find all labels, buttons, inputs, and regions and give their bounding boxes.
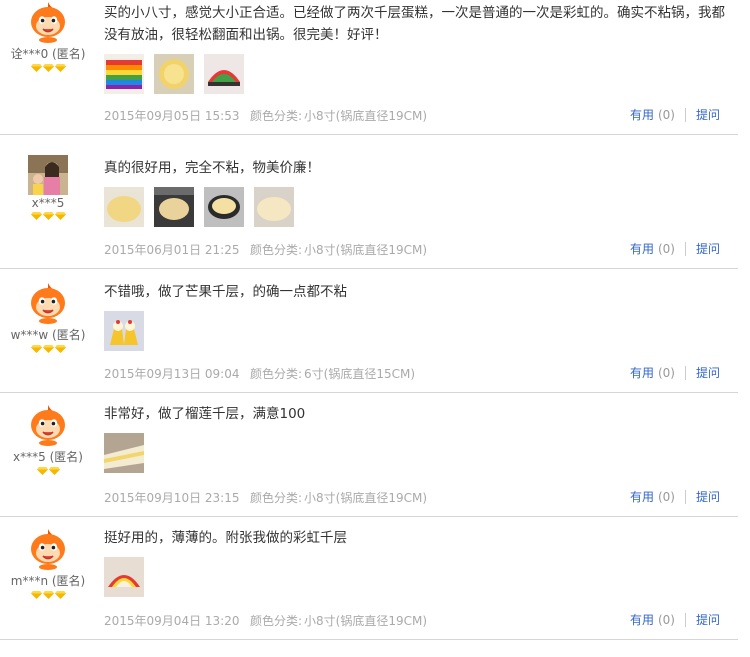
- spec-label: 颜色分类:: [250, 490, 303, 505]
- divider: [684, 241, 686, 256]
- review-item: x***5 (匿名) 非常好，做了榴莲千层，满意100 2015年09月10日 …: [0, 393, 738, 517]
- avatar[interactable]: [28, 527, 68, 571]
- spec-value: 小8寸(锅底直径19CM): [304, 613, 428, 628]
- ask-question-link[interactable]: 提问: [696, 488, 720, 505]
- username[interactable]: w***w (匿名): [0, 326, 96, 343]
- useful-count: (0): [657, 107, 675, 122]
- diamond-icon: [55, 64, 66, 72]
- avatar[interactable]: [28, 0, 68, 44]
- ask-question-link[interactable]: 提问: [696, 364, 720, 381]
- diamond-icon: [43, 64, 54, 72]
- diamond-icon: [55, 591, 66, 599]
- review-item: m***n (匿名) 挺好用的，薄薄的。附张我做的彩虹千层 2015年09月04…: [0, 517, 738, 640]
- useful-count: (0): [657, 241, 675, 256]
- review-text: 不错哦，做了芒果千层，的确一点都不粘: [104, 284, 347, 300]
- useful-button[interactable]: 有用: [630, 488, 654, 505]
- review-photo-thumbnail[interactable]: [154, 187, 194, 227]
- buyer-level: [0, 212, 96, 220]
- review-date: 2015年06月01日 21:25: [104, 242, 240, 257]
- buyer-level: [0, 591, 96, 599]
- review-photo-thumbnail[interactable]: [154, 54, 194, 94]
- review-text: 非常好，做了榴莲千层，满意100: [104, 406, 306, 422]
- divider: [684, 612, 686, 627]
- spec-value: 6寸(锅底直径15CM): [304, 366, 416, 381]
- diamond-icon: [55, 345, 66, 353]
- spec-value: 小8寸(锅底直径19CM): [304, 242, 428, 257]
- useful-button[interactable]: 有用: [630, 240, 654, 257]
- diamond-icon: [43, 345, 54, 353]
- review-photo-thumbnail[interactable]: [204, 187, 244, 227]
- username[interactable]: x***5: [0, 196, 96, 210]
- review-date: 2015年09月04日 13:20: [104, 613, 240, 628]
- review-photo-thumbnail[interactable]: [104, 311, 144, 351]
- spec-label: 颜色分类:: [250, 108, 303, 123]
- diamond-icon: [31, 212, 42, 220]
- divider: [684, 365, 686, 380]
- username[interactable]: x***5 (匿名): [0, 448, 96, 465]
- diamond-icon: [31, 345, 42, 353]
- diamond-icon: [49, 467, 60, 475]
- review-item: x***5 真的很好用，完全不粘，物美价廉！ 2015年06月01日 21:25…: [0, 135, 738, 269]
- diamond-icon: [43, 212, 54, 220]
- useful-count: (0): [657, 612, 675, 627]
- diamond-icon: [31, 591, 42, 599]
- diamond-icon: [37, 467, 48, 475]
- avatar[interactable]: [28, 281, 68, 325]
- spec-label: 颜色分类:: [250, 242, 303, 257]
- username[interactable]: m***n (匿名): [0, 572, 96, 589]
- buyer-level: [0, 345, 96, 353]
- spec-label: 颜色分类:: [250, 613, 303, 628]
- review-photo-thumbnail[interactable]: [204, 54, 244, 94]
- review-meta: 2015年09月10日 23:15 颜色分类: 小8寸(锅底直径19CM) 有用…: [104, 488, 738, 506]
- review-photo-thumbnail[interactable]: [254, 187, 294, 227]
- review-text: 真的很好用，完全不粘，物美价廉！: [104, 160, 320, 176]
- diamond-icon: [43, 591, 54, 599]
- ask-question-link[interactable]: 提问: [696, 106, 720, 123]
- review-list: 诠***0 (匿名) 买的小八寸，感觉大小正合适。已经做了两次千层蛋糕，一次是普…: [0, 0, 750, 657]
- review-photo-thumbnail[interactable]: [104, 187, 144, 227]
- review-item: w***w (匿名) 不错哦，做了芒果千层，的确一点都不粘 2015年09月13…: [0, 269, 738, 393]
- review-meta: 2015年06月01日 21:25 颜色分类: 小8寸(锅底直径19CM) 有用…: [104, 240, 738, 258]
- diamond-icon: [31, 64, 42, 72]
- review-photo-thumbnail[interactable]: [104, 433, 144, 473]
- review-date: 2015年09月10日 23:15: [104, 490, 240, 505]
- useful-count: (0): [657, 365, 675, 380]
- review-photo-thumbnail[interactable]: [104, 54, 144, 94]
- review-date: 2015年09月13日 09:04: [104, 366, 240, 381]
- ask-question-link[interactable]: 提问: [696, 240, 720, 257]
- ask-question-link[interactable]: 提问: [696, 611, 720, 628]
- avatar[interactable]: [28, 403, 68, 447]
- diamond-icon: [55, 212, 66, 220]
- useful-button[interactable]: 有用: [630, 364, 654, 381]
- divider: [684, 107, 686, 122]
- spec-value: 小8寸(锅底直径19CM): [304, 108, 428, 123]
- divider: [684, 489, 686, 504]
- spec-label: 颜色分类:: [250, 366, 303, 381]
- spec-value: 小8寸(锅底直径19CM): [304, 490, 428, 505]
- username[interactable]: 诠***0 (匿名): [0, 45, 96, 62]
- review-item: 诠***0 (匿名) 买的小八寸，感觉大小正合适。已经做了两次千层蛋糕，一次是普…: [0, 0, 738, 135]
- review-meta: 2015年09月05日 15:53 颜色分类: 小8寸(锅底直径19CM) 有用…: [104, 106, 738, 124]
- review-date: 2015年09月05日 15:53: [104, 108, 240, 123]
- useful-count: (0): [657, 489, 675, 504]
- buyer-level: [0, 64, 96, 72]
- useful-button[interactable]: 有用: [630, 106, 654, 123]
- review-text: 挺好用的，薄薄的。附张我做的彩虹千层: [104, 530, 347, 546]
- buyer-level: [0, 467, 96, 475]
- useful-button[interactable]: 有用: [630, 611, 654, 628]
- review-photo-thumbnail[interactable]: [104, 557, 144, 597]
- review-meta: 2015年09月13日 09:04 颜色分类: 6寸(锅底直径15CM) 有用 …: [104, 364, 738, 382]
- review-meta: 2015年09月04日 13:20 颜色分类: 小8寸(锅底直径19CM) 有用…: [104, 611, 738, 629]
- avatar[interactable]: [28, 155, 68, 195]
- review-text: 买的小八寸，感觉大小正合适。已经做了两次千层蛋糕，一次是普通的一次是彩虹的。确实…: [104, 5, 725, 43]
